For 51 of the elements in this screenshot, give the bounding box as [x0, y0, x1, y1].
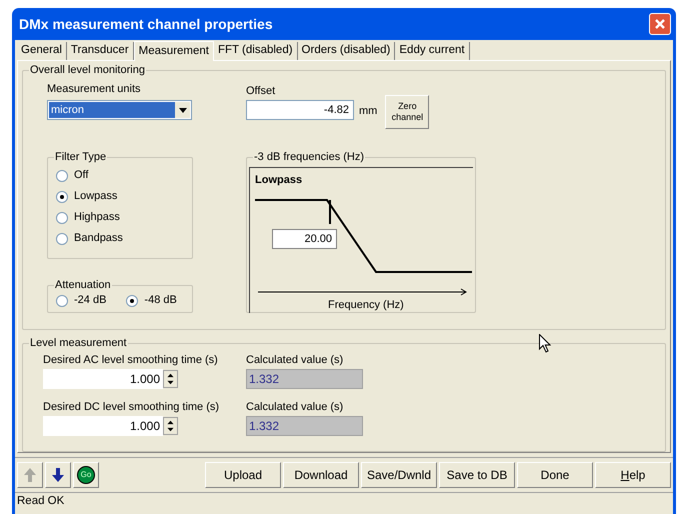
radio-label: Off — [74, 168, 88, 184]
toolbar-button[interactable]: Download — [283, 462, 359, 488]
radio-button[interactable] — [56, 232, 68, 244]
radio-button[interactable] — [56, 170, 68, 182]
dropdown-arrow-icon — [178, 108, 186, 112]
close-button[interactable] — [649, 13, 671, 35]
radio-label: Highpass — [74, 210, 120, 226]
unit-label: mm — [359, 104, 378, 119]
calculated-value-field: 1.332 — [246, 416, 363, 436]
spin-buttons[interactable] — [163, 370, 178, 388]
radio-button[interactable] — [56, 294, 68, 306]
down-arrow-icon — [52, 468, 64, 482]
field-label: Desired AC level smoothing time (s) — [43, 354, 219, 368]
window-title: DMx measurement channel properties — [19, 14, 273, 34]
field-label: Desired DC level smoothing time (s) — [43, 401, 220, 414]
radio-label: -48 dB — [144, 293, 177, 308]
filter-name: Lowpass — [255, 174, 302, 186]
status-text: Read OK — [17, 495, 64, 507]
toolbar-button[interactable]: Upload — [205, 462, 281, 488]
tab[interactable]: Measurement — [134, 41, 214, 61]
field-label: Calculated value (s) — [246, 354, 344, 368]
field-label: Measurement units — [47, 83, 142, 96]
radio-label: Bandpass — [74, 231, 123, 246]
field-label: Offset — [246, 85, 276, 98]
smoothing-time-field[interactable]: 1.000 — [43, 416, 163, 436]
toolbar-button[interactable]: Save to DB — [439, 462, 515, 488]
group-title: Overall level monitoring — [29, 63, 146, 77]
toolbar-button[interactable]: Save/Dwnld — [361, 462, 437, 488]
axis-label: Frequency (Hz) — [328, 299, 404, 312]
toolbar-button[interactable]: Help — [595, 462, 671, 488]
group-title: Filter Type — [54, 150, 108, 164]
offset-field[interactable]: -4.82 — [246, 100, 354, 120]
field-label: Calculated value (s) — [246, 401, 344, 414]
toolbar-button[interactable]: Done — [517, 462, 593, 488]
radio-label: Lowpass — [74, 189, 118, 204]
cutoff-field[interactable]: 20.00 — [272, 229, 337, 249]
calculated-value-field: 1.332 — [246, 369, 363, 390]
group-title: -3 dB frequencies (Hz) — [253, 150, 366, 164]
radio-button[interactable] — [56, 190, 68, 202]
smoothing-time-field[interactable]: 1.000 — [43, 369, 163, 390]
mouse-cursor-icon — [539, 334, 551, 353]
radio-button[interactable] — [126, 294, 138, 306]
up-arrow-icon — [24, 468, 36, 482]
radio-label: -24 dB — [74, 293, 106, 308]
radio-button[interactable] — [56, 212, 68, 224]
units-dropdown[interactable]: micron — [47, 100, 192, 120]
spin-buttons[interactable] — [163, 417, 178, 436]
zero-channel-button[interactable]: Zero channel — [385, 95, 430, 129]
move-down-button[interactable] — [45, 462, 71, 488]
go-button[interactable]: Go — [73, 462, 99, 488]
close-icon — [654, 18, 666, 30]
